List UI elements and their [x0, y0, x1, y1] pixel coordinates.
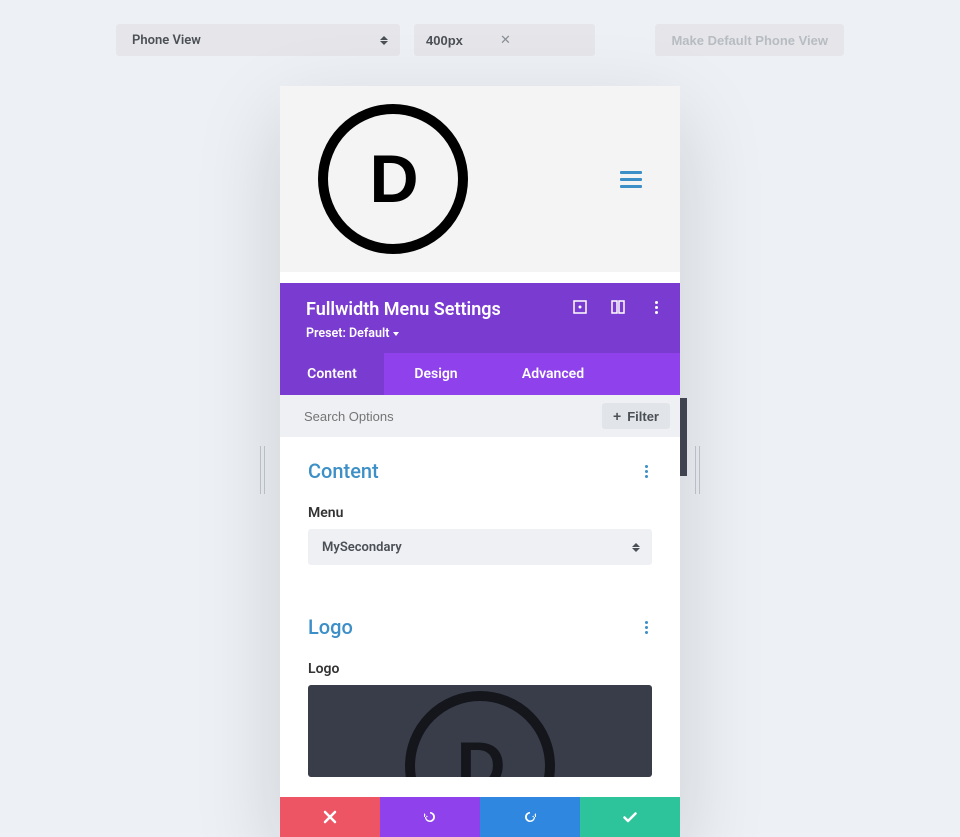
chevron-sort-icon: [632, 543, 640, 552]
tab-content[interactable]: Content: [280, 353, 384, 395]
section-content-more-icon[interactable]: [641, 461, 652, 482]
more-icon[interactable]: [648, 299, 664, 315]
section-content-header: Content: [308, 437, 652, 491]
width-input[interactable]: [414, 24, 494, 56]
section-logo-title[interactable]: Logo: [308, 615, 353, 639]
section-logo-header: Logo: [308, 593, 652, 647]
plus-icon: +: [613, 408, 621, 424]
site-logo: D: [318, 104, 468, 254]
top-toolbar: Phone View ✕ Make Default Phone View: [0, 0, 960, 56]
preset-selector[interactable]: Preset: Default: [306, 326, 660, 341]
logo-upload-preview[interactable]: D: [308, 685, 652, 777]
panel-tabs: Content Design Advanced: [280, 353, 680, 395]
panel-search-bar: + Filter: [280, 395, 680, 437]
menu-select-value: MySecondary: [322, 540, 402, 555]
panel-header: Fullwidth Menu Settings Preset: Default: [280, 283, 680, 353]
redo-button[interactable]: [480, 797, 580, 837]
site-header: D: [280, 86, 680, 272]
section-content-title[interactable]: Content: [308, 459, 379, 483]
panel-footer: [280, 797, 680, 837]
height-input[interactable]: [517, 24, 595, 56]
scrollbar-thumb[interactable]: [680, 398, 687, 476]
tab-advanced[interactable]: Advanced: [488, 353, 618, 395]
view-mode-select[interactable]: Phone View: [116, 24, 400, 56]
resize-handle-right[interactable]: [695, 446, 700, 494]
tab-design[interactable]: Design: [384, 353, 488, 395]
filter-button[interactable]: + Filter: [602, 403, 670, 429]
menu-field-label: Menu: [308, 505, 652, 521]
phone-preview: D Fullwidth Menu Settings Preset: Defaul…: [280, 86, 680, 837]
snap-icon[interactable]: [610, 299, 626, 315]
caret-down-icon: [393, 332, 399, 336]
logo-preview-image: D: [405, 691, 555, 777]
resize-handle-left[interactable]: [260, 446, 265, 494]
logo-field-label: Logo: [308, 661, 652, 677]
search-input[interactable]: [304, 409, 602, 424]
settings-panel: Fullwidth Menu Settings Preset: Default: [280, 283, 680, 837]
save-button[interactable]: [580, 797, 680, 837]
section-logo-more-icon[interactable]: [641, 617, 652, 638]
undo-button[interactable]: [380, 797, 480, 837]
expand-icon[interactable]: [572, 299, 588, 315]
logo-letter: D: [369, 140, 416, 218]
panel-header-actions: [572, 299, 664, 315]
preview-stage: D Fullwidth Menu Settings Preset: Defaul…: [280, 86, 680, 837]
hamburger-menu-icon[interactable]: [620, 171, 642, 188]
dimension-inputs: ✕: [414, 24, 595, 56]
panel-body: Content Menu MySecondary Logo Logo D: [280, 437, 680, 797]
make-default-button[interactable]: Make Default Phone View: [655, 24, 844, 56]
chevron-sort-icon: [380, 36, 388, 45]
cancel-button[interactable]: [280, 797, 380, 837]
menu-select[interactable]: MySecondary: [308, 529, 652, 565]
view-mode-value: Phone View: [132, 33, 201, 48]
times-icon: ✕: [494, 33, 517, 48]
